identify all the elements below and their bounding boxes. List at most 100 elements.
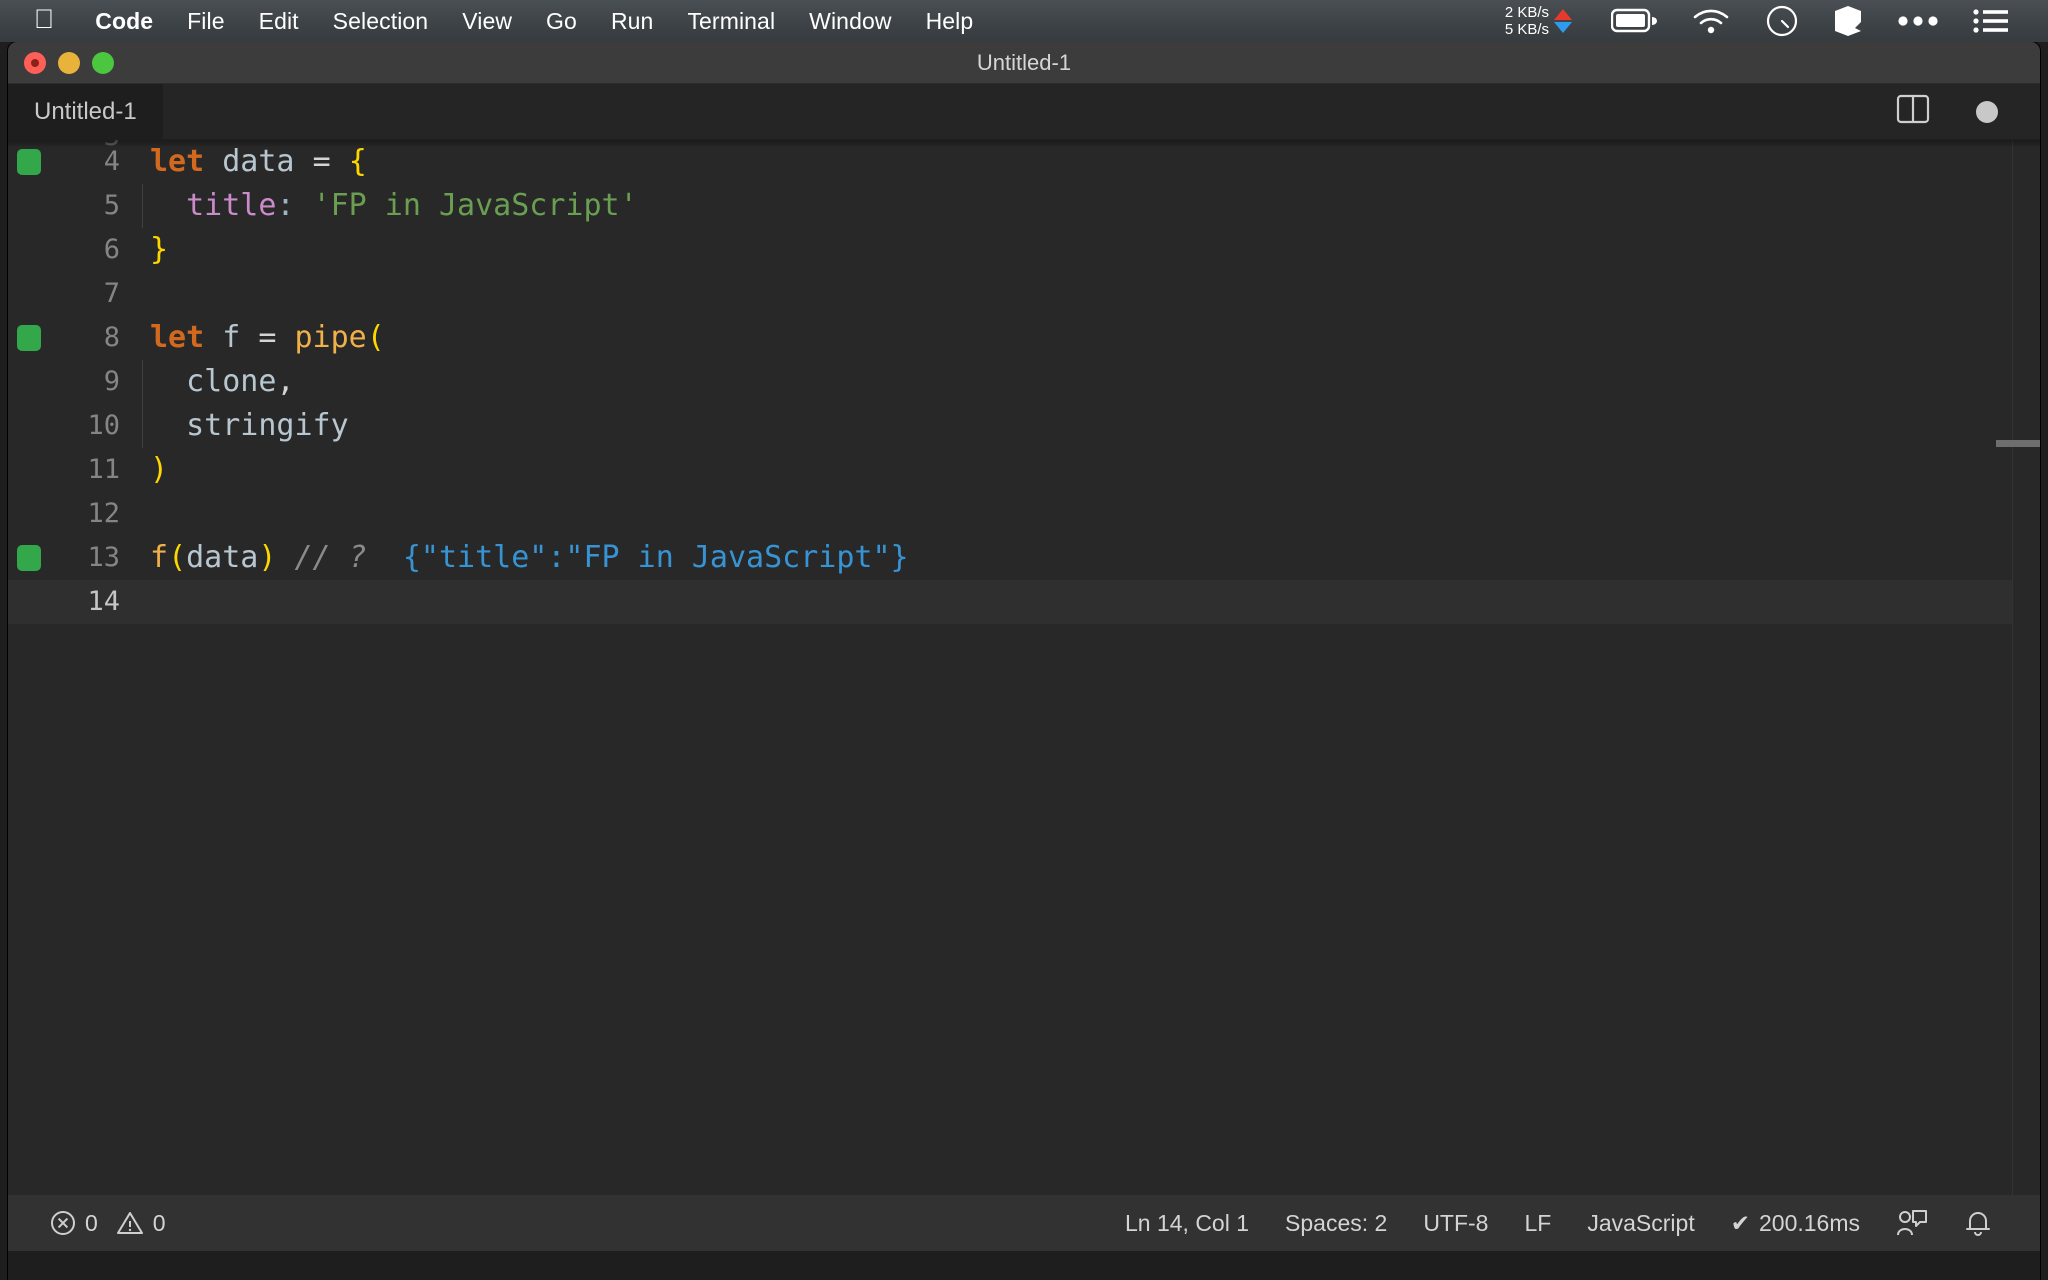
menu-item-file[interactable]: File — [170, 8, 241, 35]
editor-line[interactable]: 4 let data = { — [8, 140, 2040, 184]
code-runner-marker-icon[interactable] — [17, 149, 41, 175]
menu-item-terminal[interactable]: Terminal — [670, 8, 792, 35]
token-fn: pipe — [294, 320, 367, 355]
gutter-glyph[interactable] — [8, 545, 50, 571]
token-brc: ) — [258, 540, 277, 575]
app-icon[interactable] — [1833, 4, 1863, 38]
overview-ruler[interactable] — [1996, 140, 2040, 1195]
token-op — [276, 320, 294, 355]
token-cmt: // ? — [294, 540, 367, 575]
token-var: f — [222, 320, 241, 355]
problems-status[interactable]: 0 0 — [32, 1210, 184, 1237]
menu-bar-status-icons: 2 KB/s 5 KB/s — [1505, 0, 2048, 42]
line-content: ) — [142, 448, 168, 492]
token-brc: { — [348, 144, 367, 179]
line-number: 5 — [103, 190, 120, 221]
warning-count: 0 — [152, 1209, 166, 1236]
line-number: 10 — [87, 410, 120, 441]
token-brc: ( — [366, 320, 385, 355]
list-icon[interactable] — [1973, 8, 2009, 34]
editor-tab-bar: Untitled-1 — [8, 84, 2040, 140]
menu-item-help[interactable]: Help — [909, 8, 991, 35]
line-number: 8 — [103, 322, 120, 353]
control-center-icon[interactable] — [1765, 4, 1799, 38]
editor-lines: 4 let data = {5 title: 'FP in JavaScript'… — [8, 140, 2040, 624]
indent-guide — [142, 404, 143, 448]
editor-line[interactable]: 14 — [8, 580, 2040, 624]
editor-line[interactable]: 13 f(data) // ? {"title":"FP in JavaScrip… — [8, 536, 2040, 580]
indentation-setting[interactable]: Spaces: 2 — [1267, 1210, 1405, 1237]
line-number: 14 — [87, 586, 120, 617]
cursor-position[interactable]: Ln 14, Col 1 — [1107, 1210, 1267, 1237]
unsaved-dot-icon[interactable] — [1976, 100, 1998, 123]
window-title-bar: Untitled-1 — [8, 42, 2040, 84]
runtime-check-icon: ✔ — [1730, 1209, 1750, 1236]
error-count: 0 — [85, 1209, 98, 1236]
token-prop: title — [186, 188, 277, 223]
language-mode[interactable]: JavaScript — [1569, 1210, 1712, 1237]
line-number: 12 — [87, 498, 120, 529]
battery-icon[interactable] — [1611, 8, 1657, 34]
editor-line[interactable]: 8 let f = pipe( — [8, 316, 2040, 360]
menu-item-selection[interactable]: Selection — [316, 8, 446, 35]
line-number: 13 — [87, 542, 120, 573]
token-fn: f — [150, 540, 169, 575]
eol-setting[interactable]: LF — [1506, 1210, 1569, 1237]
token-var: stringify — [186, 408, 349, 443]
menu-item-code[interactable]: Code — [78, 8, 170, 35]
split-editor-icon[interactable] — [1896, 92, 1930, 131]
menu-item-view[interactable]: View — [445, 8, 529, 35]
line-number: 11 — [87, 454, 120, 485]
more-icon[interactable] — [1897, 15, 1939, 27]
gutter-glyph[interactable] — [8, 149, 50, 175]
token-op — [204, 144, 222, 179]
menu-item-window[interactable]: Window — [792, 8, 908, 35]
status-bar: 0 0 Ln 14, Col 1 Spaces: 2 UTF-8 LF Java… — [8, 1195, 2040, 1251]
overview-ruler-marker — [1996, 440, 2040, 447]
encoding-setting[interactable]: UTF-8 — [1405, 1210, 1506, 1237]
token-str: 'FP in JavaScript' — [312, 188, 638, 223]
download-arrow-icon — [1554, 22, 1572, 33]
token-op: , — [276, 364, 295, 399]
tab-label: Untitled-1 — [34, 97, 137, 125]
token-res: {"title":"FP in JavaScript"} — [402, 540, 909, 575]
wifi-icon[interactable] — [1691, 7, 1731, 35]
token-op — [204, 320, 222, 355]
editor-line[interactable]: 5 title: 'FP in JavaScript' — [8, 184, 2040, 228]
status-bar-right: Ln 14, Col 1 Spaces: 2 UTF-8 LF JavaScri… — [1107, 1208, 2040, 1238]
editor-line[interactable]: 9 clone, — [8, 360, 2040, 404]
line-content: title: 'FP in JavaScript' — [142, 184, 638, 228]
token-brc: } — [150, 232, 169, 267]
indent-guide — [142, 360, 143, 404]
warning-icon — [116, 1212, 143, 1234]
token-brc: ) — [150, 452, 169, 487]
line-content: let f = pipe( — [142, 316, 385, 360]
menu-item-go[interactable]: Go — [529, 8, 594, 35]
editor-line[interactable]: 7 — [8, 272, 2040, 316]
menu-item-run[interactable]: Run — [594, 8, 671, 35]
gutter-glyph[interactable] — [8, 325, 50, 351]
editor-line[interactable]: 12 — [8, 492, 2040, 536]
token-kw: let — [150, 144, 205, 179]
line-content: } — [142, 228, 168, 272]
menu-item-edit[interactable]: Edit — [242, 8, 316, 35]
token-op — [150, 364, 186, 399]
token-op — [150, 408, 186, 443]
line-number: 9 — [103, 366, 120, 397]
network-speed-indicator[interactable]: 2 KB/s 5 KB/s — [1505, 4, 1572, 38]
tab-untitled-1[interactable]: Untitled-1 — [8, 84, 163, 139]
runtime-status[interactable]: ✔ 200.16ms — [1713, 1210, 1878, 1237]
runtime-duration: 200.16ms — [1758, 1209, 1860, 1236]
code-runner-marker-icon[interactable] — [17, 325, 41, 351]
editor-line[interactable]: 10 stringify — [8, 404, 2040, 448]
editor-line[interactable]: 6} — [8, 228, 2040, 272]
bell-icon[interactable] — [1946, 1208, 2010, 1238]
vscode-window: Untitled-1 Untitled-1 3 4let data = {5 t… — [8, 42, 2040, 1280]
token-var: data — [186, 540, 259, 575]
token-op: = — [312, 144, 331, 179]
apple-logo-icon[interactable]:  — [34, 5, 54, 33]
feedback-icon[interactable] — [1878, 1208, 1946, 1238]
code-editor[interactable]: 3 4let data = {5 title: 'FP in JavaScrip… — [8, 140, 2040, 1195]
editor-line[interactable]: 11) — [8, 448, 2040, 492]
code-runner-marker-icon[interactable] — [17, 545, 41, 571]
